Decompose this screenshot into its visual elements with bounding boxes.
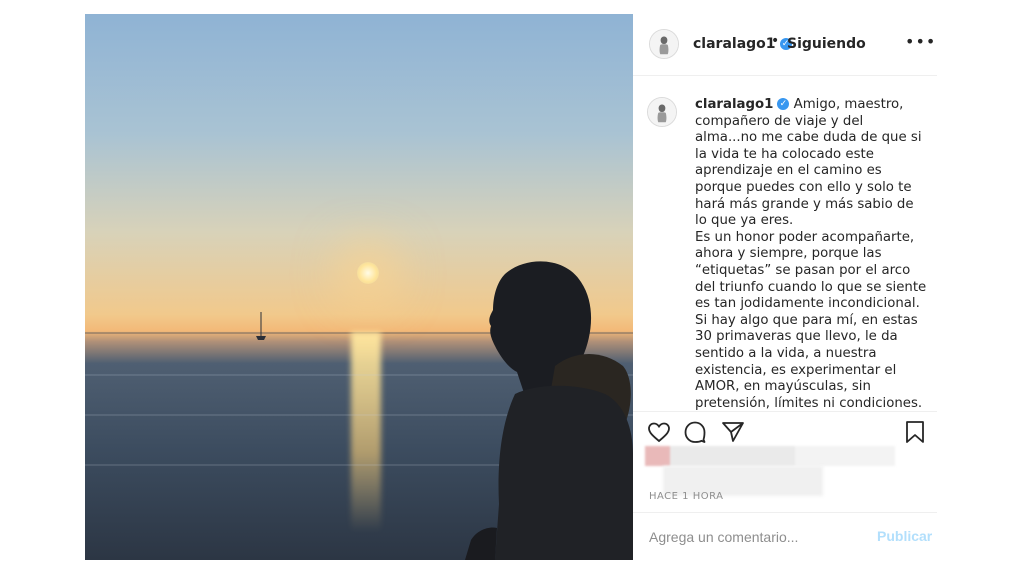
likes-count-blurred <box>645 446 895 466</box>
sailboat <box>256 312 266 340</box>
comment-bubble-icon[interactable] <box>683 420 707 444</box>
post-timestamp: HACE 1 HORA <box>649 491 724 502</box>
caption-username[interactable]: claralago1 <box>695 97 773 112</box>
man-silhouette <box>465 261 633 560</box>
sun-reflection <box>351 332 381 532</box>
username-link[interactable]: claralago1 <box>693 36 776 52</box>
more-options-icon[interactable]: ••• <box>905 32 935 56</box>
avatar[interactable] <box>647 97 677 127</box>
comment-bar: Publicar <box>633 512 937 560</box>
sun <box>357 262 379 284</box>
heart-icon[interactable] <box>647 420 671 444</box>
post-caption: claralago1 ✓ Amigo, maestro, compañero de… <box>695 97 927 411</box>
publish-button[interactable]: Publicar <box>877 528 932 544</box>
caption-area: claralago1 ✓ Amigo, maestro, compañero de… <box>633 77 937 411</box>
instagram-post: claralago1 ✓ • Siguiendo ••• claralago1 ✓ … <box>85 14 937 560</box>
post-photo[interactable] <box>85 14 633 560</box>
avatar[interactable] <box>649 29 679 59</box>
comment-input[interactable] <box>649 527 849 547</box>
bookmark-icon[interactable] <box>903 420 927 444</box>
paper-plane-icon[interactable] <box>721 420 745 444</box>
following-button[interactable]: Siguiendo <box>787 36 866 52</box>
verified-badge-icon: ✓ <box>777 98 790 110</box>
action-bar <box>633 411 937 451</box>
caption-text: Amigo, maestro, compañero de viaje y del… <box>695 97 927 411</box>
separator-dot: • <box>771 33 780 49</box>
post-side-panel: claralago1 ✓ • Siguiendo ••• claralago1 ✓ … <box>633 14 937 560</box>
post-header: claralago1 ✓ • Siguiendo ••• <box>633 14 937 76</box>
